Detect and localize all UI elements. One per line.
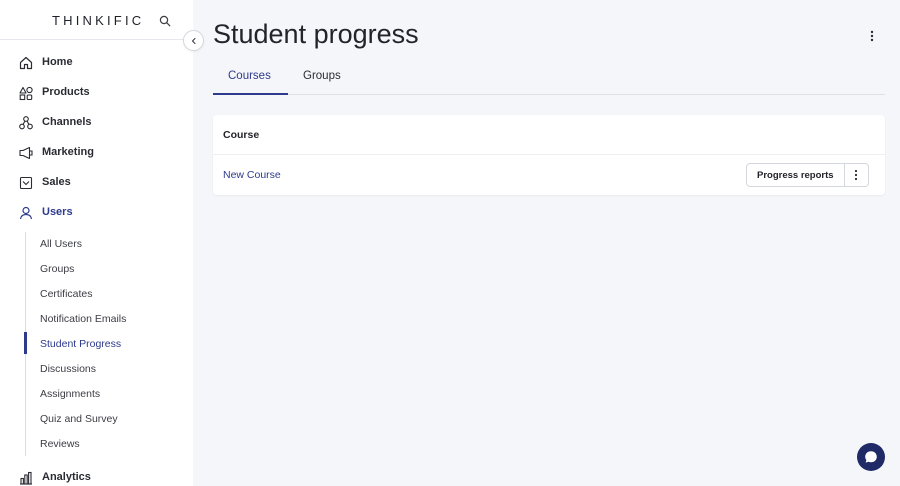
sidebar-item-label: Home [42, 56, 73, 68]
course-table: Course New Course Progress reports [213, 115, 885, 195]
sidebar-item-label: Products [42, 86, 90, 98]
row-actions: Progress reports [746, 163, 869, 187]
sidebar-item-sales[interactable]: Sales [0, 168, 193, 198]
sidebar-subitem-assignments[interactable]: Assignments [40, 388, 100, 400]
table-header: Course [213, 115, 885, 155]
megaphone-icon [19, 146, 33, 160]
row-more-button[interactable] [845, 164, 868, 186]
column-header-course: Course [223, 129, 260, 141]
search-icon[interactable] [159, 15, 171, 27]
products-icon [19, 86, 33, 101]
brand-logo[interactable]: THINKIFIC [52, 13, 144, 28]
course-link[interactable]: New Course [223, 169, 281, 181]
tab-bar: Courses Groups [213, 60, 885, 95]
tab-groups[interactable]: Groups [303, 70, 341, 82]
sidebar-subitem-student-progress[interactable]: Student Progress [40, 338, 121, 350]
active-indicator [24, 332, 27, 354]
sidebar-item-users[interactable]: Users [0, 198, 193, 228]
sidebar-subitem-notification-emails[interactable]: Notification Emails [40, 313, 126, 325]
sidebar-item-label: Channels [42, 116, 92, 128]
home-icon [19, 56, 33, 70]
sidebar-subitem-discussions[interactable]: Discussions [40, 363, 96, 375]
chat-support-button[interactable] [857, 443, 885, 471]
sidebar: THINKIFIC Home Products Channels Marketi… [0, 0, 193, 486]
tab-courses[interactable]: Courses [228, 70, 271, 82]
user-icon [19, 206, 33, 220]
sidebar-subitem-reviews[interactable]: Reviews [40, 438, 80, 450]
sidebar-subitem-quiz-and-survey[interactable]: Quiz and Survey [40, 413, 118, 425]
active-tab-indicator [213, 93, 288, 95]
chevron-left-icon [191, 37, 196, 44]
collapse-sidebar-button[interactable] [183, 30, 204, 51]
more-options-icon[interactable] [866, 29, 878, 43]
channels-icon [19, 116, 33, 130]
sidebar-item-home[interactable]: Home [0, 48, 193, 78]
sidebar-item-label: Users [42, 206, 73, 218]
brand-row: THINKIFIC [0, 0, 193, 40]
sidebar-subitem-all-users[interactable]: All Users [40, 238, 82, 250]
sidebar-item-products[interactable]: Products [0, 78, 193, 108]
sidebar-item-marketing[interactable]: Marketing [0, 138, 193, 168]
sales-icon [19, 176, 33, 190]
chat-bubble-icon [865, 451, 877, 463]
progress-reports-button[interactable]: Progress reports [747, 164, 845, 186]
page-title: Student progress [213, 19, 419, 49]
sidebar-item-channels[interactable]: Channels [0, 108, 193, 138]
sidebar-item-label: Analytics [42, 471, 91, 483]
sidebar-subitem-groups[interactable]: Groups [40, 263, 74, 275]
kebab-icon [854, 169, 858, 181]
sidebar-item-analytics[interactable]: Analytics [0, 463, 193, 486]
sidebar-item-label: Marketing [42, 146, 94, 158]
sidebar-subitem-certificates[interactable]: Certificates [40, 288, 93, 300]
sidebar-item-label: Sales [42, 176, 71, 188]
analytics-icon [20, 471, 32, 485]
